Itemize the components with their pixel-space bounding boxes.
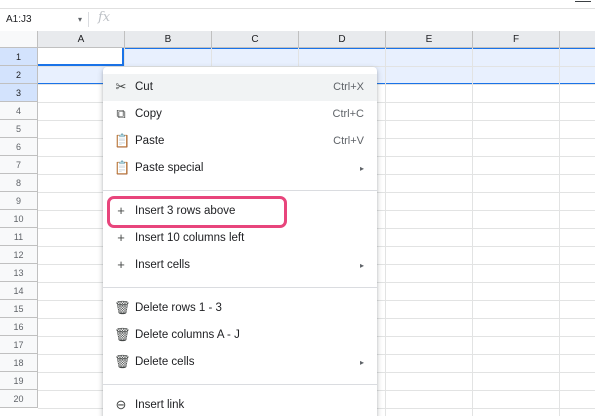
- trash-icon: 🗑: [114, 354, 131, 369]
- trash-icon: 🗑: [114, 300, 131, 315]
- menu-separator: [103, 287, 377, 288]
- submenu-arrow-icon: ▸: [359, 358, 364, 367]
- menu-item-label: Paste special: [135, 162, 204, 174]
- menu-item-insert-cells[interactable]: + Insert cells ▸: [103, 252, 377, 279]
- menu-separator: [103, 384, 377, 385]
- row-header-10[interactable]: 10: [0, 210, 38, 228]
- menu-item-shortcut: Ctrl+C: [332, 108, 364, 120]
- active-cell[interactable]: [38, 48, 124, 66]
- row-header-8[interactable]: 8: [0, 174, 38, 192]
- column-header-c[interactable]: C: [212, 31, 299, 48]
- menu-item-label: Insert 10 columns left: [135, 232, 245, 244]
- menu-item-label: Delete columns A - J: [135, 329, 240, 341]
- row-header-11[interactable]: 11: [0, 228, 38, 246]
- scissors-icon: ✂: [115, 79, 127, 94]
- clipboard-icon: 📋: [114, 133, 131, 148]
- grid-line: [472, 48, 473, 416]
- row-header-19[interactable]: 19: [0, 372, 38, 390]
- plus-icon: +: [117, 257, 125, 272]
- chevron-down-icon[interactable]: ▾: [78, 11, 82, 28]
- row-header-5[interactable]: 5: [0, 120, 38, 138]
- menu-item-cut[interactable]: ✂ Cut Ctrl+X: [103, 74, 377, 101]
- row-header-20[interactable]: 20: [0, 390, 38, 408]
- name-box-value: A1:J3: [6, 14, 32, 25]
- row-header-3[interactable]: 3: [0, 84, 38, 102]
- link-icon: ⊖: [115, 397, 127, 412]
- menu-item-label: Paste: [135, 135, 165, 147]
- select-all-corner[interactable]: [0, 31, 38, 48]
- menu-item-label: Cut: [135, 81, 153, 93]
- trash-icon: 🗑: [114, 327, 131, 342]
- plus-icon: +: [117, 230, 125, 245]
- row-header-18[interactable]: 18: [0, 354, 38, 372]
- column-header-d[interactable]: D: [299, 31, 386, 48]
- menu-item-paste[interactable]: 📋 Paste Ctrl+V: [103, 128, 377, 155]
- submenu-arrow-icon: ▸: [359, 164, 364, 173]
- copy-icon: ⧉: [116, 106, 126, 121]
- grid-line: [385, 48, 386, 416]
- menu-item-copy[interactable]: ⧉ Copy Ctrl+C: [103, 101, 377, 128]
- menu-item-shortcut: Ctrl+X: [333, 81, 364, 93]
- highlight-annotation: [107, 196, 287, 228]
- menu-item-insert-link[interactable]: ⊖ Insert link: [103, 392, 377, 416]
- menu-item-label: Insert link: [135, 399, 185, 411]
- grid-line: [559, 48, 560, 416]
- formula-bar-divider: [88, 12, 89, 27]
- column-header-g[interactable]: [560, 31, 595, 48]
- row-header-12[interactable]: 12: [0, 246, 38, 264]
- row-header-9[interactable]: 9: [0, 192, 38, 210]
- menu-item-label: Insert cells: [135, 259, 190, 271]
- menu-item-delete-columns[interactable]: 🗑 Delete columns A - J: [103, 322, 377, 349]
- menu-item-paste-special[interactable]: 📋 Paste special ▸: [103, 155, 377, 182]
- column-header-a[interactable]: A: [38, 31, 125, 48]
- row-header-13[interactable]: 13: [0, 264, 38, 282]
- menu-item-delete-rows[interactable]: 🗑 Delete rows 1 - 3: [103, 295, 377, 322]
- row-header-4[interactable]: 4: [0, 102, 38, 120]
- row-header-1[interactable]: 1: [0, 48, 38, 66]
- row-header-16[interactable]: 16: [0, 318, 38, 336]
- menu-item-label: Copy: [135, 108, 162, 120]
- window-top-strip: [0, 0, 595, 8]
- menu-separator: [103, 190, 377, 191]
- column-header-f[interactable]: F: [473, 31, 560, 48]
- column-header-e[interactable]: E: [386, 31, 473, 48]
- context-menu: ✂ Cut Ctrl+X ⧉ Copy Ctrl+C 📋 Paste Ctrl+…: [103, 67, 377, 416]
- name-box[interactable]: A1:J3 ▾: [4, 11, 84, 28]
- row-header-14[interactable]: 14: [0, 282, 38, 300]
- column-header-b[interactable]: B: [125, 31, 212, 48]
- fx-icon: fx: [98, 10, 111, 25]
- row-header-2[interactable]: 2: [0, 66, 38, 84]
- submenu-arrow-icon: ▸: [359, 261, 364, 270]
- menu-item-delete-cells[interactable]: 🗑 Delete cells ▸: [103, 349, 377, 376]
- window-control-icon[interactable]: [575, 1, 591, 2]
- row-header-15[interactable]: 15: [0, 300, 38, 318]
- menu-item-label: Delete cells: [135, 356, 195, 368]
- menu-item-insert-columns-left[interactable]: + Insert 10 columns left: [103, 225, 377, 252]
- row-header-17[interactable]: 17: [0, 336, 38, 354]
- row-header-6[interactable]: 6: [0, 138, 38, 156]
- menu-item-shortcut: Ctrl+V: [333, 135, 364, 147]
- row-header-7[interactable]: 7: [0, 156, 38, 174]
- formula-bar: A1:J3 ▾ fx: [0, 8, 595, 30]
- clipboard-icon: 📋: [114, 160, 131, 175]
- menu-item-label: Delete rows 1 - 3: [135, 302, 222, 314]
